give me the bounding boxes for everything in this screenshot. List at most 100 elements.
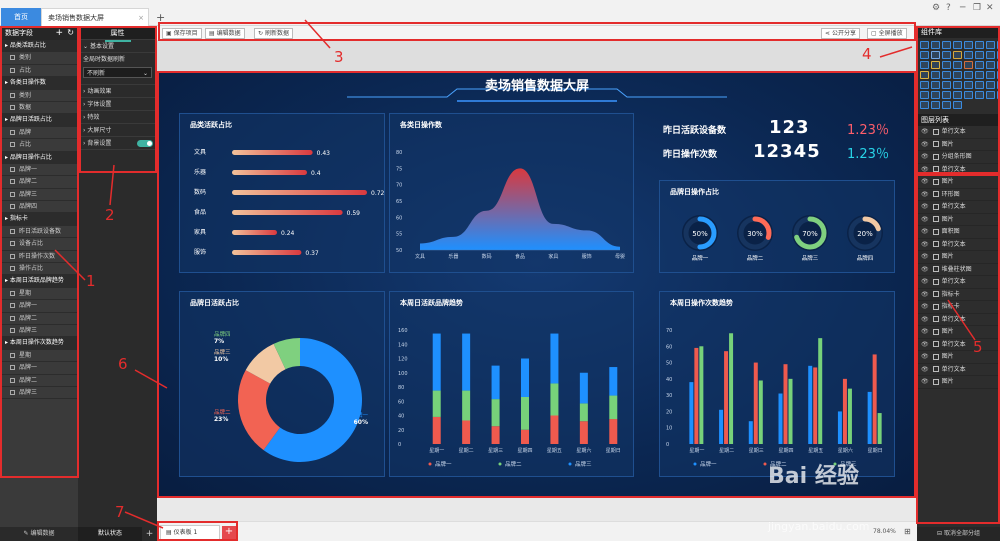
field-item[interactable]: 操作占比 xyxy=(0,263,78,276)
eye-icon[interactable]: 👁 xyxy=(921,378,929,385)
field-checkbox[interactable] xyxy=(10,303,15,309)
component-icon[interactable] xyxy=(942,101,951,109)
layer-item[interactable]: 👁 图片 xyxy=(917,139,1000,151)
minimize-icon[interactable]: ─ xyxy=(960,3,965,13)
field-item[interactable]: 星期 xyxy=(0,288,78,301)
layer-item[interactable]: 👁 单行文本 xyxy=(917,126,1000,139)
field-item[interactable]: 品牌一 xyxy=(0,164,78,177)
layer-item[interactable]: 👁 单行文本 xyxy=(917,314,1000,326)
layer-item[interactable]: 👁 指标卡 xyxy=(917,301,1000,314)
component-icon[interactable] xyxy=(975,81,984,89)
property-section[interactable]: › 大屏尺寸 xyxy=(78,124,157,137)
component-icon[interactable] xyxy=(953,101,962,109)
component-icon[interactable] xyxy=(975,61,984,69)
week-ops-panel[interactable]: 本周日操作次数趋势 0 10 20 30 40 50 60 70 星期一 星期二 星期三 星期四 星期五… xyxy=(659,291,895,477)
component-icon[interactable] xyxy=(920,51,929,59)
field-checkbox[interactable] xyxy=(10,129,15,135)
field-item[interactable]: 品牌三 xyxy=(0,325,78,338)
property-section[interactable]: › 动画效果 xyxy=(78,85,157,98)
eye-icon[interactable]: 👁 xyxy=(921,241,929,248)
field-item[interactable]: 设备占比 xyxy=(0,238,78,251)
save-project-button[interactable]: ▣ 保存项目 xyxy=(162,28,202,39)
field-checkbox[interactable] xyxy=(10,315,15,321)
field-item[interactable]: 品牌一 xyxy=(0,300,78,313)
eye-icon[interactable]: 👁 xyxy=(921,216,929,223)
refresh-select[interactable]: 不刷新 ⌄ xyxy=(83,67,152,78)
category-active-panel[interactable]: 品类活跃占比 文具 0.43 乐器 0.4 数码 0.72 食品 0.59 家具 0.24 服饰 0.… xyxy=(179,113,385,273)
add-field-icon[interactable]: + xyxy=(55,26,63,40)
field-checkbox[interactable] xyxy=(10,179,15,185)
layer-item[interactable]: 👁 图片 xyxy=(917,214,1000,226)
field-checkbox[interactable] xyxy=(10,266,15,272)
basic-settings-section[interactable]: ⌄ 基本设置 xyxy=(78,40,157,53)
layer-item[interactable]: 👁 单行文本 xyxy=(917,276,1000,289)
component-icon[interactable] xyxy=(953,91,962,99)
field-checkbox[interactable] xyxy=(10,352,15,358)
component-icon[interactable] xyxy=(931,41,940,49)
component-icon[interactable] xyxy=(975,41,984,49)
component-icon[interactable] xyxy=(942,61,951,69)
layer-item[interactable]: 👁 单行文本 xyxy=(917,339,1000,351)
component-icon[interactable] xyxy=(964,41,973,49)
ungroup-all-button[interactable]: ⊟ 取消全部分组 xyxy=(917,527,1000,541)
field-checkbox[interactable] xyxy=(10,365,15,371)
component-icon[interactable] xyxy=(920,71,929,79)
layer-item[interactable]: 👁 指标卡 xyxy=(917,289,1000,301)
brand-active-panel[interactable]: 品牌日活跃占比 品牌一 60% 品牌二 23% 品牌三 10% 品牌四 7% xyxy=(179,291,385,477)
eye-icon[interactable]: 👁 xyxy=(921,178,929,185)
field-checkbox[interactable] xyxy=(10,327,15,333)
field-group[interactable]: ▸ 各类日操作数 xyxy=(0,77,78,90)
edit-data-toolbar-button[interactable]: ▤ 编辑数据 xyxy=(205,28,245,39)
field-checkbox[interactable] xyxy=(10,67,15,73)
component-icon[interactable] xyxy=(975,51,984,59)
field-group[interactable]: ▸ 品类活跃占比 xyxy=(0,40,78,53)
field-group[interactable]: ▸ 本周日操作次数趋势 xyxy=(0,337,78,350)
kpi-cards[interactable]: 昨日活跃设备数 123 1.23％ 昨日操作次数 12345 1.23％ xyxy=(659,113,895,171)
field-item[interactable]: 品牌一 xyxy=(0,362,78,375)
layer-item[interactable]: 👁 单行文本 xyxy=(917,164,1000,176)
component-icon[interactable] xyxy=(986,41,995,49)
field-item[interactable]: 品牌 xyxy=(0,127,78,140)
refresh-icon[interactable]: ↻ xyxy=(67,26,74,40)
eye-icon[interactable]: 👁 xyxy=(921,153,929,160)
component-icon[interactable] xyxy=(920,91,929,99)
eye-icon[interactable]: 👁 xyxy=(921,353,929,360)
component-icon[interactable] xyxy=(986,61,995,69)
field-item[interactable]: 品牌二 xyxy=(0,375,78,387)
field-item[interactable]: 品牌四 xyxy=(0,201,78,214)
layer-item[interactable]: 👁 图片 xyxy=(917,351,1000,364)
component-icon[interactable] xyxy=(986,51,995,59)
component-icon[interactable] xyxy=(953,81,962,89)
background-toggle[interactable] xyxy=(137,140,153,147)
eye-icon[interactable]: 👁 xyxy=(921,316,929,323)
layer-item[interactable]: 👁 图片 xyxy=(917,326,1000,339)
field-group[interactable]: ▸ 品牌日操作占比 xyxy=(0,151,78,164)
add-tab-button[interactable]: + xyxy=(150,9,171,27)
eye-icon[interactable]: 👁 xyxy=(921,141,929,148)
field-item[interactable]: 类别 xyxy=(0,90,78,102)
field-checkbox[interactable] xyxy=(10,166,15,172)
close-icon[interactable]: × xyxy=(138,9,144,27)
component-icon[interactable] xyxy=(953,61,962,69)
component-icon[interactable] xyxy=(953,51,962,59)
zoom-level[interactable]: 78.04% xyxy=(873,528,896,535)
field-item[interactable]: 品牌三 xyxy=(0,189,78,202)
field-checkbox[interactable] xyxy=(10,290,15,296)
component-icon[interactable] xyxy=(931,81,940,89)
eye-icon[interactable]: 👁 xyxy=(921,166,929,173)
component-icon[interactable] xyxy=(931,51,940,59)
field-checkbox[interactable] xyxy=(10,142,15,148)
field-checkbox[interactable] xyxy=(10,191,15,197)
eye-icon[interactable]: 👁 xyxy=(921,203,929,210)
default-state-tab[interactable]: 默认状态 xyxy=(78,527,142,541)
week-active-panel[interactable]: 本周日活跃品牌趋势 0 20 40 60 80 100 120 140 160 星期一 星期二 星期三… xyxy=(389,291,634,477)
property-section[interactable]: › 特效 xyxy=(78,111,157,124)
public-share-button[interactable]: ⋖ 公开分享 xyxy=(821,28,860,39)
component-icon[interactable] xyxy=(986,81,995,89)
component-icon[interactable] xyxy=(931,61,940,69)
field-checkbox[interactable] xyxy=(10,204,15,210)
tab-sales-screen[interactable]: 卖场销售数据大屏 × xyxy=(41,8,149,26)
layer-item[interactable]: 👁 图片 xyxy=(917,176,1000,189)
component-icon[interactable] xyxy=(975,91,984,99)
field-item[interactable]: 占比 xyxy=(0,139,78,152)
